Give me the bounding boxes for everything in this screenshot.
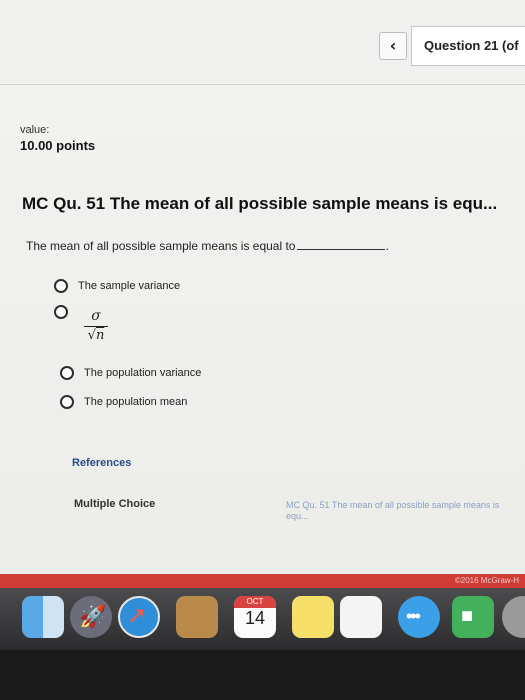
option-sample-variance[interactable]: The sample variance xyxy=(54,279,180,293)
mac-dock: 🚀 ➚ OCT 14 ••• ■ xyxy=(0,588,525,650)
prompt-end: . xyxy=(385,239,389,253)
option-label: The sample variance xyxy=(78,280,181,292)
option-population-variance[interactable]: The population variance xyxy=(60,366,201,380)
option-sigma-over-root-n[interactable]: σ √n xyxy=(54,305,108,344)
question-number-label: Question 21 (of xyxy=(424,38,519,53)
formula-denominator: √n xyxy=(88,328,105,344)
formula-variable-n: n xyxy=(95,328,105,343)
question-title-link[interactable]: MC Qu. 51 The mean of all possible sampl… xyxy=(286,500,516,522)
footer-bar xyxy=(0,574,525,588)
compass-needle-icon: ➚ xyxy=(127,602,148,629)
app-icon[interactable] xyxy=(502,596,525,638)
facetime-icon[interactable]: ■ xyxy=(452,596,494,638)
radio-button[interactable] xyxy=(54,279,68,293)
camera-icon: ■ xyxy=(461,605,474,627)
copyright-text: ©2016 McGraw-H xyxy=(454,576,519,585)
references-link[interactable]: References xyxy=(72,457,131,469)
launchpad-icon[interactable]: 🚀 xyxy=(70,596,112,638)
question-title: MC Qu. 51 The mean of all possible sampl… xyxy=(22,194,498,213)
safari-icon[interactable]: ➚ xyxy=(118,596,160,638)
browser-content: ‹ Question 21 (of value: 10.00 points MC… xyxy=(0,0,525,590)
sigma-over-root-n-formula: σ √n xyxy=(84,308,108,344)
prompt-text: The mean of all possible sample means is… xyxy=(26,239,296,253)
option-population-mean[interactable]: The population mean xyxy=(60,395,187,409)
rocket-icon: 🚀 xyxy=(79,604,107,629)
question-type-label: Multiple Choice xyxy=(74,498,156,510)
option-label: The population variance xyxy=(84,367,202,379)
radio-button[interactable] xyxy=(60,366,74,380)
reminders-icon[interactable] xyxy=(340,596,382,638)
chevron-left-icon: ‹ xyxy=(389,36,397,55)
notes-icon[interactable] xyxy=(176,596,218,638)
chat-bubble-icon: ••• xyxy=(406,606,421,626)
stickies-icon[interactable] xyxy=(292,596,334,638)
points-value: 10.00 points xyxy=(20,138,96,153)
sqrt-symbol: √ xyxy=(87,328,96,343)
calendar-month: OCT xyxy=(234,596,276,608)
radio-button[interactable] xyxy=(54,305,68,319)
calendar-icon[interactable]: OCT 14 xyxy=(234,596,276,638)
calendar-day: 14 xyxy=(244,608,266,628)
question-navigation-bar: ‹ Question 21 (of xyxy=(0,0,525,85)
option-label: The population mean xyxy=(84,396,188,408)
radio-button[interactable] xyxy=(60,395,74,409)
previous-question-button[interactable]: ‹ xyxy=(379,32,407,60)
question-selector[interactable]: Question 21 (of xyxy=(411,26,525,66)
finder-icon[interactable] xyxy=(22,596,64,638)
formula-numerator: σ xyxy=(91,308,101,324)
value-label: value: xyxy=(20,124,50,136)
answer-blank xyxy=(297,249,386,250)
monitor-bezel xyxy=(0,650,525,700)
question-prompt: The mean of all possible sample means is… xyxy=(26,239,389,253)
fraction-bar xyxy=(84,326,108,327)
messages-icon[interactable]: ••• xyxy=(398,596,440,638)
